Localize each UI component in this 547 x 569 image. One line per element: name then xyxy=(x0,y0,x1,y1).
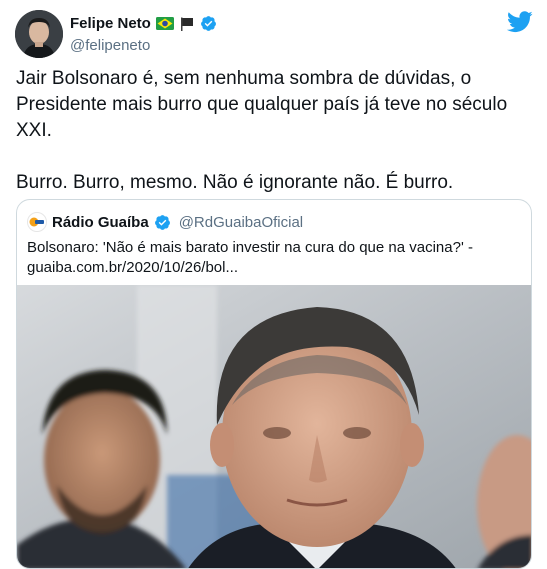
verified-badge-icon xyxy=(200,16,216,31)
quoted-author-row: Rádio Guaíba @RdGuaibaOficial xyxy=(27,212,303,232)
tweet-card: Felipe Neto @felipeneto Jair Bolsonaro é… xyxy=(0,0,547,569)
quoted-author-avatar xyxy=(27,212,47,232)
tweet-paragraph: Jair Bolsonaro é, sem nenhuma sombra de … xyxy=(16,68,508,141)
tweet-text: Jair Bolsonaro é, sem nenhuma sombra de … xyxy=(16,66,531,196)
quoted-handle: @RdGuaibaOficial xyxy=(178,213,304,231)
radio-guaiba-logo-icon xyxy=(29,217,44,227)
author-handle[interactable]: @felipeneto xyxy=(70,37,150,54)
quoted-tweet[interactable]: Rádio Guaíba @RdGuaibaOficial Bolsonaro:… xyxy=(16,199,532,569)
quoted-display-name: Rádio Guaíba xyxy=(52,213,149,231)
quoted-text: Bolsonaro: 'Não é mais barato investir n… xyxy=(27,238,522,278)
avatar-photo xyxy=(15,10,63,58)
quoted-photo[interactable] xyxy=(17,285,531,568)
twitter-bird-icon[interactable] xyxy=(507,11,533,33)
author-name-row: Felipe Neto xyxy=(70,15,217,32)
black-flag-icon xyxy=(180,17,193,31)
author-display-name[interactable]: Felipe Neto xyxy=(70,15,151,32)
quoted-link[interactable]: guaiba.com.br/2020/10/26/bol... xyxy=(27,258,522,278)
author-avatar[interactable] xyxy=(15,10,63,58)
verified-badge-icon xyxy=(154,214,170,230)
photo-of-men-outdoors xyxy=(17,285,531,568)
quoted-text-line: Bolsonaro: 'Não é mais barato investir n… xyxy=(27,239,473,256)
tweet-paragraph: Burro. Burro, mesmo. Não é ignorante não… xyxy=(16,172,454,193)
brazil-flag-icon xyxy=(155,17,174,30)
